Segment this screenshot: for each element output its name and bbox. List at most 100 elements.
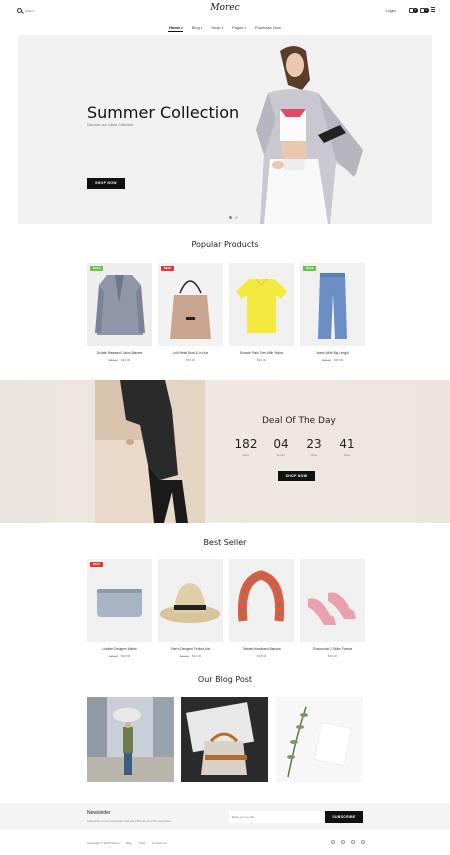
product-name[interactable]: Duracie Plain Tree With Yellow bbox=[229, 351, 294, 355]
slider-dot[interactable] bbox=[235, 216, 238, 219]
product-name[interactable]: Leather Designer Wallet bbox=[87, 647, 152, 651]
wishlist-button[interactable]: 0 bbox=[409, 7, 418, 14]
countdown-days: 182 Days bbox=[233, 437, 259, 457]
footer-link-contact[interactable]: Contact us bbox=[152, 841, 166, 845]
site-logo[interactable]: Morec bbox=[0, 3, 450, 13]
hero-model-image bbox=[18, 35, 432, 224]
instagram-icon[interactable] bbox=[351, 840, 355, 844]
countdown-label: Hours bbox=[276, 453, 285, 457]
subscribe-button[interactable]: SUBSCRIBE bbox=[325, 811, 363, 823]
blog-post-image[interactable] bbox=[276, 697, 363, 782]
product-image[interactable]: SALE bbox=[300, 263, 365, 346]
product-image[interactable] bbox=[229, 559, 294, 642]
chevron-down-icon: ▾ bbox=[200, 26, 203, 30]
site-footer: Copyright © 2018 Morec Blog FAQ Contact … bbox=[0, 836, 450, 855]
countdown-seconds: 41 Secs bbox=[334, 437, 360, 457]
facebook-icon[interactable] bbox=[331, 840, 335, 844]
pink-pumps-image bbox=[300, 559, 365, 642]
product-image[interactable]: SALE bbox=[87, 263, 152, 346]
login-link[interactable]: Login bbox=[386, 8, 396, 13]
countdown-label: Secs bbox=[343, 453, 351, 457]
product-current-price: $18.00 bbox=[256, 654, 267, 658]
product-card[interactable]: SALE Jeans Wide Big Length $45.00 $30.00 bbox=[300, 263, 365, 362]
product-price: $89.00 $49.00 bbox=[87, 358, 152, 362]
pinterest-icon[interactable] bbox=[361, 840, 365, 844]
headband-image bbox=[229, 559, 294, 642]
product-image[interactable] bbox=[300, 559, 365, 642]
product-price: $45.00 $30.00 bbox=[300, 358, 365, 362]
nav-item-pages[interactable]: Pages▾ bbox=[232, 25, 246, 30]
blog-post-image[interactable] bbox=[181, 697, 268, 782]
jeans-image bbox=[300, 263, 365, 346]
blazer-image bbox=[87, 263, 152, 346]
slider-dot[interactable] bbox=[229, 216, 232, 219]
product-price: $49.00 bbox=[300, 654, 365, 658]
cart-button[interactable]: 0 bbox=[420, 7, 429, 14]
social-links bbox=[331, 840, 365, 844]
nav-item-blog[interactable]: Blog▾ bbox=[192, 25, 203, 30]
product-image[interactable] bbox=[158, 559, 223, 642]
product-current-price: $39.00 bbox=[256, 358, 267, 362]
nav-label: Home bbox=[169, 25, 181, 30]
newsletter-email-input[interactable] bbox=[229, 811, 325, 823]
product-old-price: $45.00 bbox=[321, 358, 331, 362]
product-card[interactable]: SALE Double Breasted Cotton Blazers $89.… bbox=[87, 263, 152, 362]
product-name[interactable]: Lolli Metal Bowl & In Hue bbox=[158, 351, 223, 355]
cart-count: 0 bbox=[424, 8, 429, 13]
product-name[interactable]: Ohauzonde 2 Strike Pumice bbox=[300, 647, 365, 651]
product-card[interactable]: NEW Leather Designer Wallet $48.00 $38.00 bbox=[87, 559, 152, 658]
hero-shop-now-button[interactable]: SHOP NOW bbox=[87, 178, 125, 189]
nav-active-underline bbox=[168, 31, 183, 32]
popular-products-title: Popular Products bbox=[191, 240, 259, 249]
product-card[interactable]: NEW Lolli Metal Bowl & In Hue $59.00 bbox=[158, 263, 223, 362]
copyright-text: Copyright © 2018 Morec bbox=[87, 841, 120, 845]
countdown-label: Mins bbox=[310, 453, 318, 457]
product-card[interactable]: Twisted Headband Bandan $18.00 bbox=[229, 559, 294, 658]
blog-section-title: Our Blog Post bbox=[197, 675, 253, 684]
deal-shop-now-button[interactable]: SHOP NOW bbox=[278, 471, 315, 481]
product-card[interactable]: Ohauzonde 2 Strike Pumice $49.00 bbox=[300, 559, 365, 658]
product-image[interactable] bbox=[229, 263, 294, 346]
product-badge: SALE bbox=[303, 266, 317, 271]
footer-links: Blog FAQ Contact us bbox=[126, 841, 166, 845]
product-name[interactable]: Jeans Wide Big Length bbox=[300, 351, 365, 355]
hero-subtitle: Discover our Latest Collection bbox=[87, 123, 134, 127]
product-image[interactable]: NEW bbox=[158, 263, 223, 346]
product-current-price: $49.00 bbox=[121, 358, 131, 362]
product-current-price: $59.00 bbox=[185, 358, 196, 362]
newsletter-subtitle: Subscribe to our newsletter and get 15% … bbox=[87, 819, 171, 823]
nav-label: Purchase Now bbox=[254, 25, 281, 30]
product-name[interactable]: Double Breasted Cotton Blazers bbox=[87, 351, 152, 355]
product-card[interactable]: Men's Designer Fedora Hat $42.00 $30.00 bbox=[158, 559, 223, 658]
nav-item-home[interactable]: Home▾ bbox=[169, 25, 183, 30]
product-badge: NEW bbox=[90, 562, 103, 567]
nav-item-purchase[interactable]: Purchase Now bbox=[255, 25, 281, 30]
blog-post-image[interactable] bbox=[87, 697, 174, 782]
product-price: $48.00 $38.00 bbox=[87, 654, 152, 658]
menu-icon[interactable] bbox=[431, 7, 438, 14]
handbag-photo bbox=[181, 697, 268, 782]
tote-bag-image bbox=[158, 263, 223, 346]
slider-dots bbox=[229, 216, 238, 219]
product-badge: SALE bbox=[90, 266, 104, 271]
main-nav: Home▾ Blog▾ Shop▾ Pages▾ Purchase Now bbox=[0, 25, 450, 30]
footer-link-blog[interactable]: Blog bbox=[126, 841, 132, 845]
product-name[interactable]: Twisted Headband Bandan bbox=[229, 647, 294, 651]
product-old-price: $89.00 bbox=[108, 358, 118, 362]
footer-link-faq[interactable]: FAQ bbox=[139, 841, 145, 845]
product-name[interactable]: Men's Designer Fedora Hat bbox=[158, 647, 223, 651]
twitter-icon[interactable] bbox=[341, 840, 345, 844]
product-old-price: $42.00 bbox=[179, 654, 189, 658]
countdown-value: 23 bbox=[306, 437, 322, 451]
nav-label: Blog bbox=[191, 25, 200, 30]
newsletter-title: Newsletter bbox=[87, 810, 111, 816]
product-card[interactable]: Duracie Plain Tree With Yellow $39.00 bbox=[229, 263, 294, 362]
product-image[interactable]: NEW bbox=[87, 559, 152, 642]
nav-item-shop[interactable]: Shop▾ bbox=[211, 25, 223, 30]
deal-of-the-day-banner: Deal Of The Day 182 Days 04 Hours 23 Min… bbox=[0, 380, 450, 523]
countdown-value: 04 bbox=[273, 437, 289, 451]
fedora-hat-image bbox=[158, 559, 223, 642]
product-price: $59.00 bbox=[158, 358, 223, 362]
countdown-value: 41 bbox=[339, 437, 355, 451]
nav-label: Shop bbox=[211, 25, 221, 30]
